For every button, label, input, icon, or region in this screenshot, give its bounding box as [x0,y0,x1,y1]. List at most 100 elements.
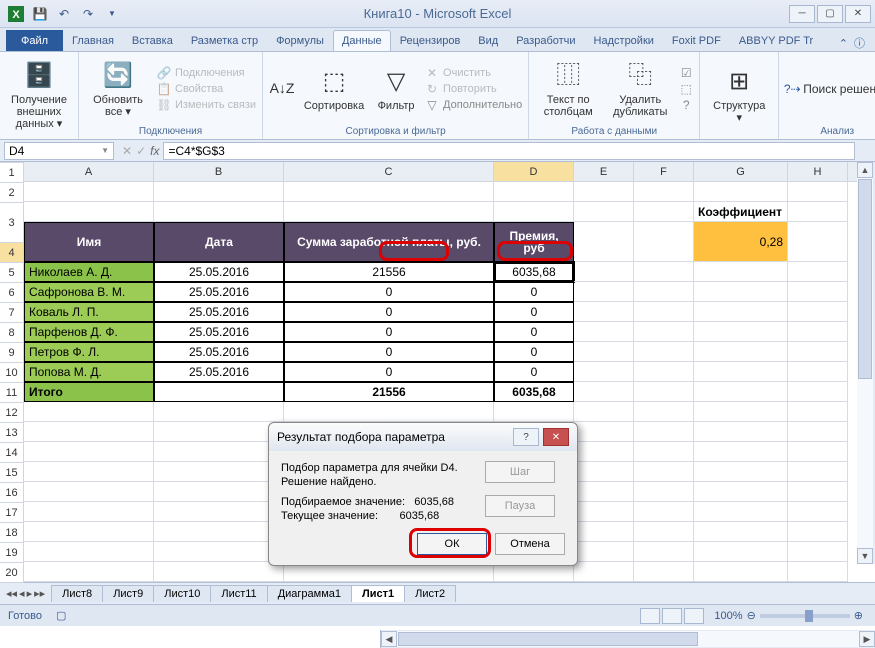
dialog-help-button[interactable]: ? [513,428,539,446]
cell[interactable] [788,302,848,322]
pause-button[interactable]: Пауза [485,495,555,517]
cell[interactable] [154,502,284,522]
scroll-down-icon[interactable]: ▼ [857,548,873,564]
cell[interactable] [574,222,634,262]
cell[interactable] [694,322,788,342]
connections-button[interactable]: 🔗Подключения [157,66,256,80]
cell[interactable] [634,222,694,262]
column-header-G[interactable]: G [694,162,788,181]
row-header-11[interactable]: 11 [0,383,24,403]
cell[interactable] [574,482,634,502]
zoom-out-button[interactable]: ⊖ [747,609,756,622]
scroll-left-icon[interactable]: ◀ [381,631,397,647]
cell[interactable] [694,562,788,582]
cell[interactable] [494,202,574,222]
cell[interactable] [694,522,788,542]
horizontal-scrollbar[interactable]: ◀ ▶ [380,630,875,648]
cell[interactable] [634,282,694,302]
cell[interactable]: 25.05.2016 [154,342,284,362]
sheet-tab[interactable]: Лист2 [404,585,456,602]
cell[interactable] [574,262,634,282]
sheet-nav-button[interactable]: ▸ [27,587,33,600]
cell[interactable] [694,282,788,302]
dialog-titlebar[interactable]: Результат подбора параметра ? ✕ [269,423,577,451]
help-icon[interactable]: ⓘ [854,35,865,51]
cell[interactable] [24,402,154,422]
cell[interactable] [788,462,848,482]
cell[interactable]: Сафронова В. М. [24,282,154,302]
cell[interactable] [694,182,788,202]
cell[interactable] [788,342,848,362]
cell[interactable] [694,302,788,322]
cell[interactable] [788,402,848,422]
cell[interactable] [634,482,694,502]
cell[interactable] [154,202,284,222]
accept-formula-icon[interactable]: ✓ [136,144,146,158]
macro-record-icon[interactable]: ▢ [56,609,66,622]
cell[interactable]: 0 [284,302,494,322]
get-external-data-button[interactable]: 🗄️ Получение внешних данных ▾ [6,60,72,130]
formula-bar[interactable]: =C4*$G$3 [163,142,855,160]
cell[interactable] [24,482,154,502]
cell[interactable]: 6035,68 [494,262,574,282]
zoom-slider[interactable] [760,614,850,618]
cell[interactable] [694,482,788,502]
cell[interactable] [154,402,284,422]
sheet-tab[interactable]: Лист11 [210,585,267,602]
name-box[interactable]: D4▼ [4,142,114,160]
cell[interactable] [788,442,848,462]
text-to-columns-button[interactable]: ⿲Текст по столбцам [535,60,601,118]
sheet-nav-button[interactable]: ◂ [19,587,25,600]
cell[interactable] [634,322,694,342]
normal-view-button[interactable] [640,608,660,624]
page-break-view-button[interactable] [684,608,704,624]
cell[interactable] [788,562,848,582]
cell[interactable] [694,442,788,462]
scroll-up-icon[interactable]: ▲ [857,162,873,178]
row-header-8[interactable]: 8 [0,323,24,343]
cell[interactable] [634,342,694,362]
cell[interactable] [154,442,284,462]
cell[interactable] [574,402,634,422]
refresh-all-button[interactable]: 🔄 Обновить все ▾ [85,60,151,118]
cell[interactable]: Дата [154,222,284,262]
sheet-tab[interactable]: Лист9 [102,585,154,602]
filter-button[interactable]: ▽Фильтр [373,66,419,112]
cell[interactable] [788,422,848,442]
row-header-20[interactable]: 20 [0,563,24,583]
fx-icon[interactable]: fx [150,144,159,158]
undo-icon[interactable]: ↶ [54,4,74,24]
cell[interactable] [574,362,634,382]
solver-button[interactable]: ?⇢Поиск решения [785,82,875,96]
cell[interactable] [634,382,694,402]
cell[interactable]: Сумма заработной платы, руб. [284,222,494,262]
column-header-D[interactable]: D [494,162,574,181]
cell[interactable] [574,302,634,322]
cell[interactable] [574,202,634,222]
cell[interactable]: 6035,68 [494,382,574,402]
cell[interactable] [694,342,788,362]
column-header-C[interactable]: C [284,162,494,181]
cell[interactable] [694,262,788,282]
cell[interactable] [24,462,154,482]
cell[interactable] [494,182,574,202]
cell[interactable] [788,362,848,382]
cell[interactable] [788,282,848,302]
cell[interactable] [694,362,788,382]
cell[interactable]: Коэффициент [694,202,788,222]
row-header-9[interactable]: 9 [0,343,24,363]
page-layout-view-button[interactable] [662,608,682,624]
cell[interactable] [694,422,788,442]
remove-duplicates-button[interactable]: ⿻Удалить дубликаты [607,60,673,118]
tab-view[interactable]: Вид [469,30,507,51]
row-header-15[interactable]: 15 [0,463,24,483]
cell[interactable] [154,482,284,502]
row-header-7[interactable]: 7 [0,303,24,323]
cell[interactable] [634,362,694,382]
cell[interactable]: Николаев А. Д. [24,262,154,282]
sheet-nav-button[interactable]: ◂◂ [6,587,17,600]
sort-az-button[interactable]: A↓Z [269,72,295,106]
row-header-2[interactable]: 2 [0,183,24,203]
cell[interactable] [494,402,574,422]
cell[interactable] [574,342,634,362]
